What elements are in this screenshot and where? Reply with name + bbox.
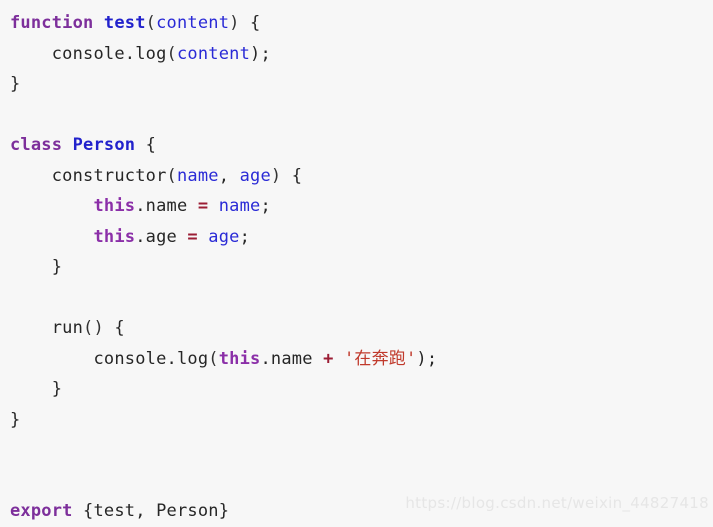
code-token-plain: console.log [10,348,209,369]
code-token-plain: { [135,135,157,155]
code-line: } [10,374,713,405]
code-token-plain: { [281,165,303,186]
code-token-this-keyword: this [93,196,136,216]
code-token-punct: ( [145,13,157,33]
code-token-this-keyword: this [218,348,261,369]
code-line: } [10,405,713,436]
code-token-plain: } [10,379,63,399]
code-token-parameter: name [218,196,261,216]
code-token-operator: = [197,196,209,216]
code-block[interactable]: function test(content) { console.log(con… [0,0,713,524]
code-token-plain: {test, Person} [72,501,230,521]
code-token-plain: console.log [10,43,167,64]
code-token-plain: ); [250,43,271,64]
code-token-plain: , [218,165,240,186]
code-line: this.name = name; [10,191,713,222]
code-token-plain: } [10,257,63,277]
code-token-punct: ( [166,165,177,186]
code-token-punct: () [83,318,104,338]
watermark-url: https://blog.csdn.net/weixin_44827418 [405,494,709,512]
code-line: } [10,69,713,100]
code-token-plain: ); [416,348,438,369]
code-token-keyword: class [10,135,63,155]
code-token-plain: { [239,13,261,33]
code-line: } [10,252,713,283]
code-token-punct: ( [166,43,177,64]
code-token-parameter: age [239,165,271,186]
code-line: run() { [10,313,713,344]
code-token-operator: + [323,348,334,369]
code-token-function-name: test [103,13,146,33]
code-token-parameter: content [176,43,251,64]
code-token-parameter: name [176,165,219,186]
code-token-plain: ; [260,196,271,216]
code-token-keyword: function [10,13,94,33]
code-token-plain: { [103,318,125,338]
code-token-keyword: export [10,501,73,521]
code-token-punct: ( [208,348,219,369]
code-line: console.log(content); [10,39,713,70]
code-line: this.age = age; [10,222,713,253]
code-token-plain: } [10,409,21,430]
code-token-plain: .name [260,348,324,369]
code-token-class-name: Person [72,135,136,155]
code-token-plain: } [10,74,21,94]
code-line: console.log(this.name + '在奔跑'); [10,344,713,375]
code-token-plain: constructor [10,165,167,186]
code-token-parameter: age [208,226,240,247]
code-token-operator: = [187,226,198,247]
code-token-punct: ) [270,165,282,186]
code-token-plain: run [10,318,84,338]
code-token-plain: ; [239,226,251,247]
code-token-this-keyword: this [93,226,136,247]
code-line: constructor(name, age) { [10,161,713,192]
code-token-string: '在奔跑' [343,348,417,369]
code-token-plain: .age [135,226,188,247]
code-line: class Person { [10,130,713,161]
code-token-parameter: content [156,13,230,33]
code-token-punct: ) [229,13,240,33]
code-line: function test(content) { [10,8,713,39]
code-token-plain: .name [135,196,198,216]
